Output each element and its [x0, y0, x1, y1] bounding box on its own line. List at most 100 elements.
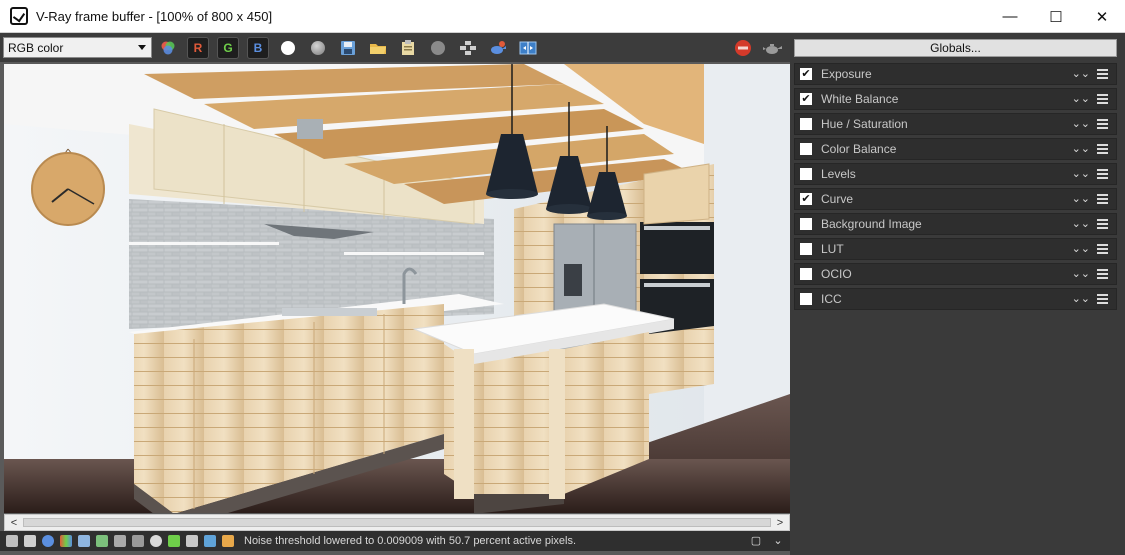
layer-row-curve[interactable]: ✔ Curve ⌄⌄	[794, 188, 1117, 210]
open-folder-icon[interactable]	[367, 37, 389, 59]
link-icon[interactable]	[222, 535, 234, 547]
hamburger-menu-icon[interactable]	[1097, 69, 1108, 79]
white-dot-icon[interactable]	[277, 37, 299, 59]
save-icon[interactable]	[337, 37, 359, 59]
channel-select[interactable]: RGB color	[3, 37, 152, 58]
clipboard-icon[interactable]	[397, 37, 419, 59]
layer-list: ✔ Exposure ⌄⌄ ✔ White Balance ⌄⌄ Hue / S…	[794, 63, 1117, 313]
status-right-controls: ▢ ⌄	[750, 534, 784, 547]
color-correct-icon[interactable]	[60, 535, 72, 547]
hamburger-menu-icon[interactable]	[1097, 269, 1108, 279]
red-channel-button[interactable]: R	[187, 37, 209, 59]
toolbar: RGB color R G B	[0, 33, 790, 62]
layer-label: Exposure	[821, 67, 872, 81]
layer-row-hue-saturation[interactable]: Hue / Saturation ⌄⌄	[794, 113, 1117, 135]
scroll-right-button[interactable]: >	[773, 516, 787, 530]
stats-icon[interactable]	[96, 535, 108, 547]
aperture-icon[interactable]	[150, 535, 162, 547]
maximize-button[interactable]: ☐	[1033, 0, 1079, 33]
double-chevron-icon[interactable]: ⌄⌄	[1072, 192, 1090, 205]
double-chevron-icon[interactable]: ⌄⌄	[1072, 92, 1090, 105]
title-bar: V-Ray frame buffer - [100% of 800 x 450]…	[0, 0, 1125, 33]
double-chevron-icon[interactable]: ⌄⌄	[1072, 217, 1090, 230]
green-channel-button[interactable]: G	[217, 37, 239, 59]
region-render-icon[interactable]	[186, 535, 198, 547]
layer-checkbox[interactable]: ✔	[800, 68, 812, 80]
layer-label: White Balance	[821, 92, 899, 106]
layer-row-lut[interactable]: LUT ⌄⌄	[794, 238, 1117, 260]
history-icon[interactable]	[6, 535, 18, 547]
hamburger-menu-icon[interactable]	[1097, 244, 1108, 254]
hamburger-menu-icon[interactable]	[1097, 94, 1108, 104]
double-chevron-icon[interactable]: ⌄⌄	[1072, 167, 1090, 180]
layer-row-exposure[interactable]: ✔ Exposure ⌄⌄	[794, 63, 1117, 85]
hamburger-menu-icon[interactable]	[1097, 144, 1108, 154]
hamburger-menu-icon[interactable]	[1097, 169, 1108, 179]
double-chevron-icon[interactable]: ⌄⌄	[1072, 142, 1090, 155]
histogram-icon[interactable]	[114, 535, 126, 547]
layer-checkbox[interactable]: ✔	[800, 193, 812, 205]
denoise-icon[interactable]	[204, 535, 216, 547]
horizontal-scrollbar[interactable]: < >	[4, 514, 790, 531]
panel-toggle-icon[interactable]: ▢	[750, 534, 762, 547]
region-icon[interactable]	[457, 37, 479, 59]
gray-dot-icon[interactable]	[307, 37, 329, 59]
channel-icon[interactable]	[168, 535, 180, 547]
hamburger-menu-icon[interactable]	[1097, 219, 1108, 229]
close-button[interactable]: ✕	[1079, 0, 1125, 33]
curve-icon[interactable]	[132, 535, 144, 547]
layer-checkbox[interactable]: ✔	[800, 93, 812, 105]
layer-row-white-balance[interactable]: ✔ White Balance ⌄⌄	[794, 88, 1117, 110]
layer-row-levels[interactable]: Levels ⌄⌄	[794, 163, 1117, 185]
layer-checkbox[interactable]	[800, 218, 812, 230]
layer-checkbox[interactable]	[800, 168, 812, 180]
layer-label: OCIO	[821, 267, 852, 281]
layer-label: Color Balance	[821, 142, 897, 156]
scroll-left-button[interactable]: <	[7, 516, 21, 530]
minimize-button[interactable]: —	[987, 0, 1033, 33]
status-bar: Noise threshold lowered to 0.009009 with…	[0, 531, 790, 551]
teapot-icon[interactable]	[762, 37, 784, 59]
layer-checkbox[interactable]	[800, 268, 812, 280]
hamburger-menu-icon[interactable]	[1097, 294, 1108, 304]
info-icon[interactable]	[42, 535, 54, 547]
clear-icon[interactable]	[427, 37, 449, 59]
layer-checkbox[interactable]	[800, 118, 812, 130]
double-chevron-icon[interactable]: ⌄⌄	[1072, 67, 1090, 80]
layer-row-icc[interactable]: ICC ⌄⌄	[794, 288, 1117, 310]
layer-label: ICC	[821, 292, 842, 306]
chevron-down-icon	[138, 45, 146, 50]
rendered-kitchen-image	[4, 64, 790, 513]
color-wheel-icon[interactable]	[157, 37, 179, 59]
hamburger-menu-icon[interactable]	[1097, 119, 1108, 129]
lens-effects-icon[interactable]	[78, 535, 90, 547]
layer-checkbox[interactable]	[800, 243, 812, 255]
layer-row-ocio[interactable]: OCIO ⌄⌄	[794, 263, 1117, 285]
layer-label: Curve	[821, 192, 854, 206]
double-chevron-icon[interactable]: ⌄⌄	[1072, 117, 1090, 130]
blue-channel-button[interactable]: B	[247, 37, 269, 59]
teapot-render-icon[interactable]	[487, 37, 509, 59]
layers-panel: Globals... ✔ Exposure ⌄⌄ ✔ White Balance…	[790, 33, 1125, 555]
render-viewport[interactable]	[4, 64, 790, 513]
double-chevron-icon[interactable]: ⌄⌄	[1072, 292, 1090, 305]
double-chevron-icon[interactable]: ⌄⌄	[1072, 242, 1090, 255]
layer-row-color-balance[interactable]: Color Balance ⌄⌄	[794, 138, 1117, 160]
layer-row-background-image[interactable]: Background Image ⌄⌄	[794, 213, 1117, 235]
stop-icon[interactable]	[732, 37, 754, 59]
window-controls: — ☐ ✕	[987, 0, 1125, 33]
expand-down-icon[interactable]: ⌄	[772, 534, 784, 547]
scrollbar-thumb[interactable]	[23, 518, 771, 527]
layer-label: LUT	[821, 242, 844, 256]
layer-checkbox[interactable]	[800, 143, 812, 155]
layer-checkbox[interactable]	[800, 293, 812, 305]
compare-icon[interactable]	[517, 37, 539, 59]
log-icon[interactable]	[24, 535, 36, 547]
double-chevron-icon[interactable]: ⌄⌄	[1072, 267, 1090, 280]
window-title: V-Ray frame buffer - [100% of 800 x 450]	[36, 8, 273, 24]
layer-label: Background Image	[821, 217, 922, 231]
globals-button[interactable]: Globals...	[794, 39, 1117, 57]
hamburger-menu-icon[interactable]	[1097, 194, 1108, 204]
channel-select-value: RGB color	[8, 40, 64, 55]
layer-label: Levels	[821, 167, 856, 181]
